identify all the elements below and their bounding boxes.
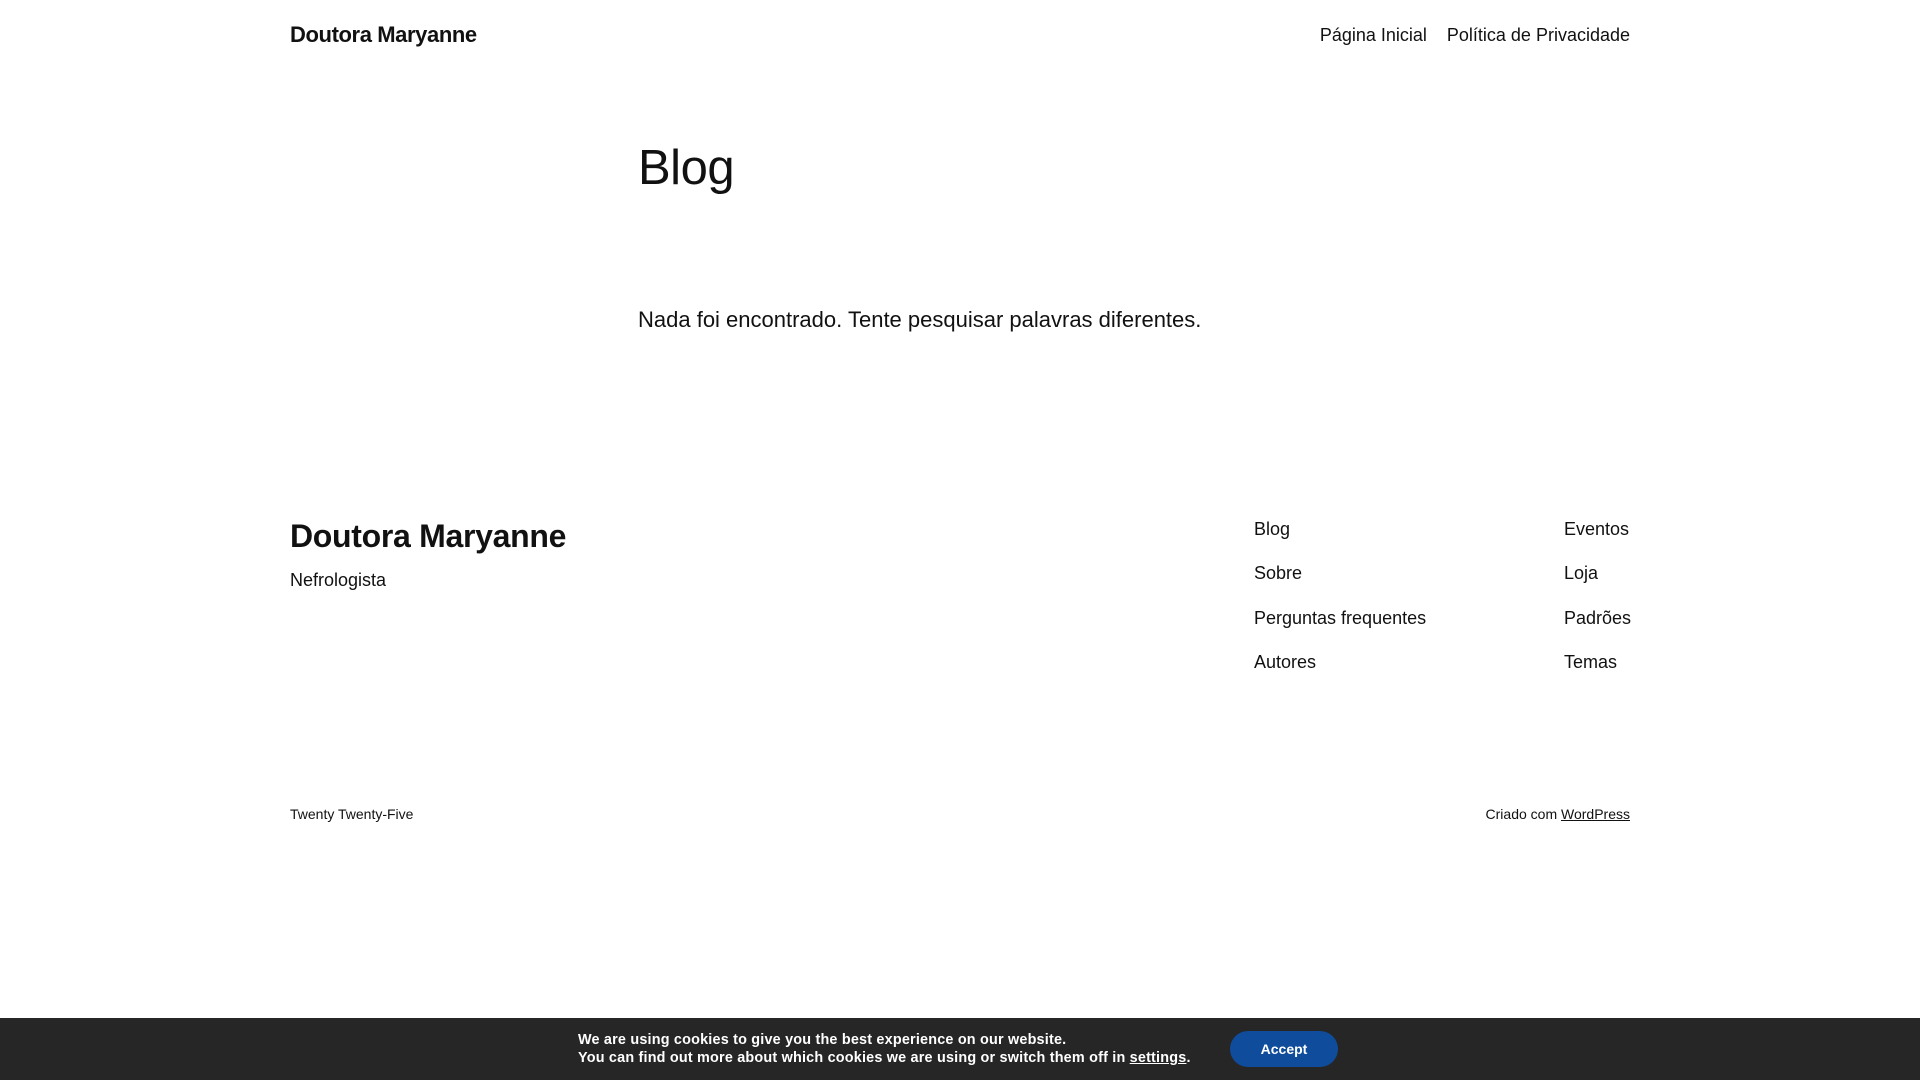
- cookie-message-line-2: You can find out more about which cookie…: [578, 1049, 1191, 1067]
- footer-link-autores[interactable]: Autores: [1254, 651, 1426, 673]
- cookie-accept-button[interactable]: Accept: [1230, 1031, 1338, 1067]
- page-title: Blog: [638, 141, 735, 195]
- nav-item-pagina-inicial[interactable]: Página Inicial: [1320, 25, 1427, 46]
- footer-bottom: Twenty Twenty-Five Criado com WordPress: [290, 805, 1630, 823]
- site-title-link[interactable]: Doutora Maryanne: [290, 22, 477, 48]
- footer-link-loja[interactable]: Loja: [1564, 562, 1631, 584]
- credit-prefix: Criado com: [1485, 806, 1558, 822]
- footer-link-sobre[interactable]: Sobre: [1254, 562, 1426, 584]
- cookie-consent-bar: We are using cookies to give you the bes…: [0, 1018, 1920, 1080]
- no-results-message: Nada foi encontrado. Tente pesquisar pal…: [638, 307, 1202, 332]
- footer-brand: Doutora Maryanne Nefrologista: [290, 515, 566, 591]
- theme-name: Twenty Twenty-Five: [290, 806, 414, 822]
- cookie-message-line-2-text: You can find out more about which cookie…: [578, 1050, 1126, 1066]
- nav-item-politica-de-privacidade[interactable]: Política de Privacidade: [1447, 25, 1630, 46]
- footer-link-temas[interactable]: Temas: [1564, 651, 1631, 673]
- footer-link-eventos[interactable]: Eventos: [1564, 518, 1631, 540]
- cookie-message: We are using cookies to give you the bes…: [578, 1031, 1191, 1067]
- wordpress-link[interactable]: WordPress: [1561, 806, 1630, 822]
- footer-link-blog[interactable]: Blog: [1254, 518, 1426, 540]
- cookie-settings-link[interactable]: settings: [1130, 1050, 1187, 1066]
- site-header: Doutora Maryanne Página Inicial Política…: [290, 0, 1630, 70]
- footer-link-padroes[interactable]: Padrões: [1564, 607, 1631, 629]
- footer-tagline: Nefrologista: [290, 570, 387, 590]
- footer-nav-column-1: Blog Sobre Perguntas frequentes Autores: [1254, 518, 1426, 696]
- footer-credit: Criado com WordPress: [1486, 805, 1630, 823]
- footer-link-perguntas-frequentes[interactable]: Perguntas frequentes: [1254, 607, 1426, 629]
- main-navigation: Página Inicial Política de Privacidade: [1320, 25, 1630, 46]
- cookie-message-line-1: We are using cookies to give you the bes…: [578, 1032, 1067, 1048]
- footer-site-title-link[interactable]: Doutora Maryanne: [290, 518, 566, 554]
- cookie-message-period: .: [1186, 1050, 1191, 1066]
- footer-nav-column-2: Eventos Loja Padrões Temas: [1564, 518, 1631, 696]
